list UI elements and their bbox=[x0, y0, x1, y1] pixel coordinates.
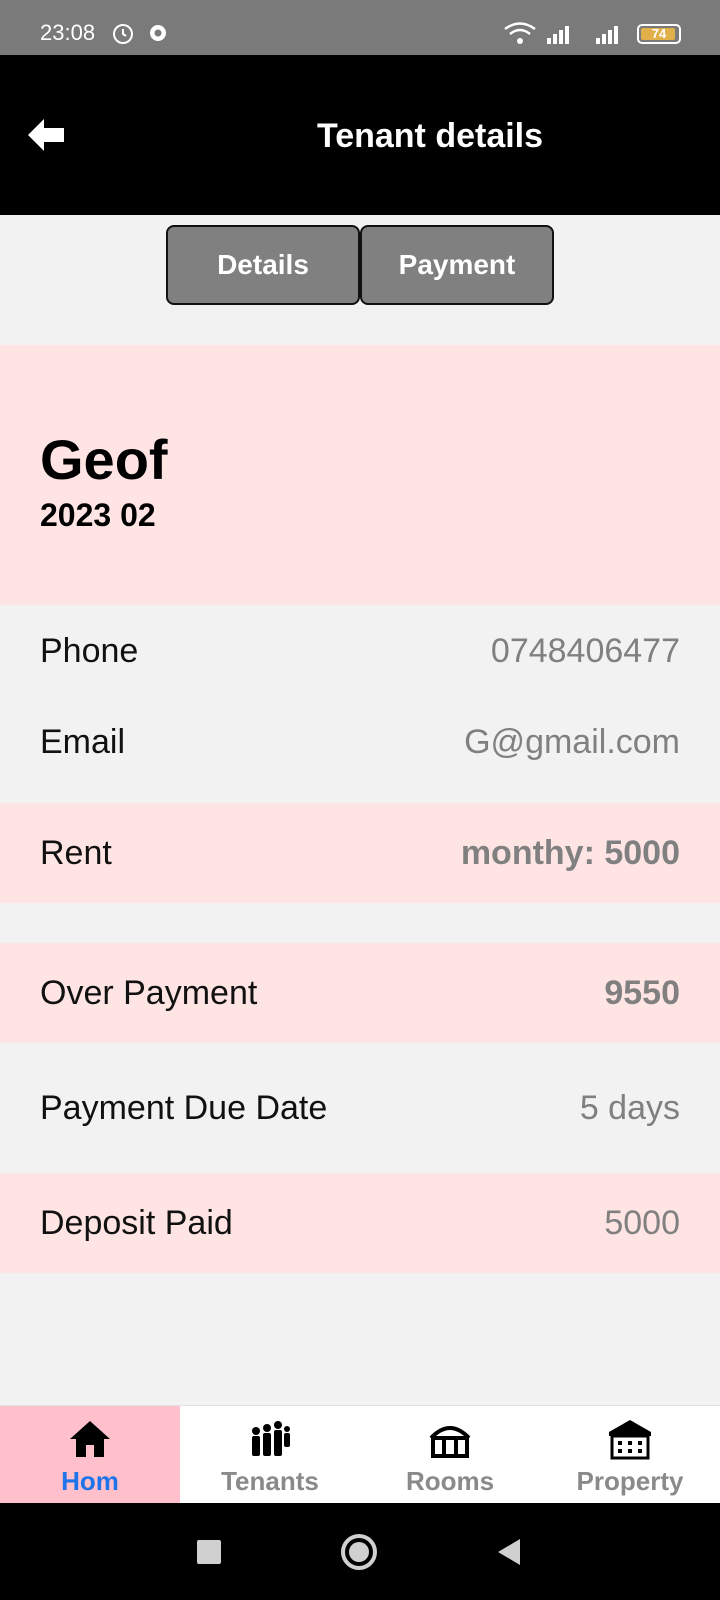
bottom-nav: Hom Tenants Rooms Property bbox=[0, 1405, 720, 1503]
people-icon bbox=[252, 1421, 290, 1456]
system-nav-bar bbox=[0, 1503, 720, 1600]
alarm-icon bbox=[113, 24, 133, 44]
home-circle-icon[interactable] bbox=[338, 1531, 380, 1573]
rent-label: Rent bbox=[40, 833, 112, 872]
over-payment-row: Over Payment 9550 bbox=[0, 943, 720, 1043]
deposit-label: Deposit Paid bbox=[40, 1203, 233, 1242]
deposit-value: 5000 bbox=[604, 1203, 680, 1242]
battery-level: 74 bbox=[651, 26, 667, 41]
due-date-row: Payment Due Date 5 days bbox=[0, 1058, 720, 1158]
tab-payment[interactable]: Payment bbox=[360, 225, 554, 305]
nav-tenants[interactable]: Tenants bbox=[180, 1406, 360, 1503]
tab-details[interactable]: Details bbox=[166, 225, 360, 305]
app-bar: Tenant details bbox=[0, 55, 720, 215]
due-date-value: 5 days bbox=[579, 1088, 680, 1127]
phone-row: Phone 0748406477 bbox=[0, 605, 720, 697]
over-payment-label: Over Payment bbox=[40, 973, 258, 1012]
email-label: Email bbox=[40, 722, 126, 761]
nav-property[interactable]: Property bbox=[540, 1406, 720, 1503]
over-payment-value: 9550 bbox=[604, 973, 680, 1012]
phone-value: 0748406477 bbox=[490, 631, 680, 670]
battery-icon: 74 bbox=[637, 24, 681, 44]
phone-label: Phone bbox=[40, 631, 139, 670]
tenant-name: Geof bbox=[40, 428, 168, 491]
recents-icon[interactable] bbox=[188, 1531, 230, 1573]
back-triangle-icon[interactable] bbox=[488, 1531, 530, 1573]
signal-icon bbox=[547, 26, 569, 44]
property-icon bbox=[609, 1420, 651, 1460]
rent-row: Rent monthy: 5000 bbox=[0, 803, 720, 903]
nav-rooms-label: Rooms bbox=[405, 1466, 495, 1496]
nav-rooms[interactable]: Rooms bbox=[360, 1406, 540, 1503]
nav-home[interactable]: Hom bbox=[0, 1406, 180, 1503]
gear-icon bbox=[150, 25, 166, 41]
due-date-label: Payment Due Date bbox=[40, 1088, 328, 1127]
nav-home-label: Hom bbox=[61, 1466, 119, 1496]
nav-tenants-label: Tenants bbox=[221, 1466, 319, 1496]
signal-4g-icon bbox=[596, 26, 618, 44]
home-icon bbox=[70, 1421, 110, 1457]
back-arrow-icon[interactable] bbox=[24, 113, 68, 157]
rent-value: monthy: 5000 bbox=[460, 833, 680, 872]
deposit-row: Deposit Paid 5000 bbox=[0, 1173, 720, 1273]
rooms-icon bbox=[429, 1426, 471, 1458]
wifi-icon bbox=[504, 22, 536, 44]
tenant-header: Geof 2023 02 bbox=[0, 345, 720, 605]
status-bar: 23:08 74 bbox=[0, 0, 720, 55]
email-value: G@gmail.com bbox=[464, 722, 680, 761]
nav-property-label: Property bbox=[576, 1466, 684, 1496]
status-time: 23:08 bbox=[40, 20, 96, 45]
tenant-period: 2023 02 bbox=[40, 497, 156, 533]
email-row: Email G@gmail.com bbox=[0, 697, 720, 787]
tab-bar: Details Payment bbox=[166, 225, 554, 305]
page-title: Tenant details bbox=[316, 117, 544, 155]
